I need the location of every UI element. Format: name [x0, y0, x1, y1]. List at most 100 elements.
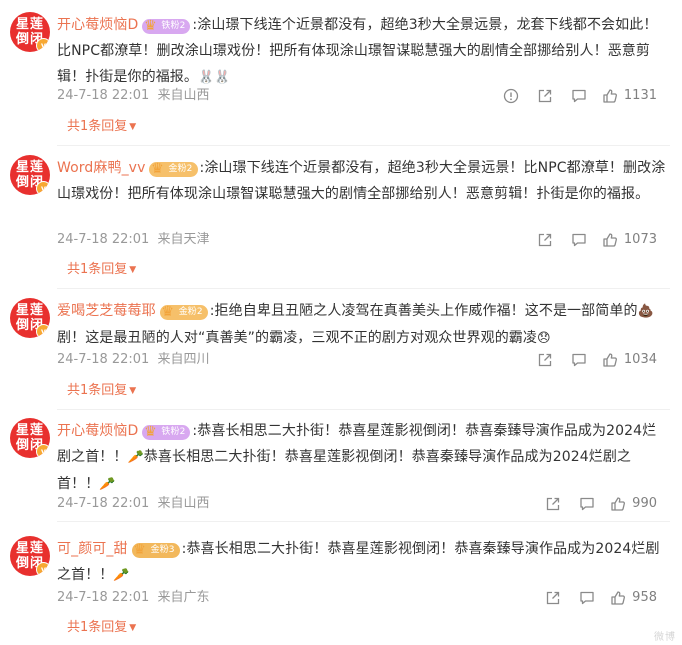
comment-text: 开心莓烦恼D ♛ 铁粉2:涂山璟下线连个近景都没有，超绝3秒大全景远景，龙套下线都不… — [57, 12, 669, 91]
like-count: 1073 — [623, 232, 657, 247]
comment-body-part2: 剧！这是最丑陋的人对“真善美”的霸凌，三观不正的剧方对观众世界观的霸凌 — [57, 330, 538, 346]
chevron-down-icon: ▼ — [129, 623, 137, 633]
comment-icon — [572, 233, 586, 247]
sad-face-emoji-icon: 😞 — [537, 331, 551, 346]
avatar[interactable]: 星莲 倒闭 v — [10, 536, 50, 576]
replies-label: 共1条回复 — [67, 620, 128, 635]
comment-time: 24-7-18 22:01 — [57, 232, 150, 247]
divider — [57, 409, 670, 410]
report-icon — [503, 88, 519, 104]
like-button[interactable]: 990 — [610, 494, 657, 514]
comment-body-part1: :拒绝自卑且丑陋之人凌驾在真善美头上作威作福！这不是一部简单的 — [209, 303, 638, 319]
report-button[interactable] — [500, 86, 522, 106]
username-link[interactable]: Word麻鸭_vv — [57, 160, 145, 176]
comment-text: 开心莓烦恼D ♛ 铁粉2:恭喜长相思二大扑街！恭喜星莲影视倒闭！恭喜秦臻导演作品成为… — [57, 418, 669, 498]
thumbs-up-icon — [603, 233, 617, 247]
share-button[interactable] — [534, 350, 556, 370]
thumbs-up-icon — [611, 497, 626, 511]
comment-meta: 24-7-18 22:01 来自山西 1131 — [57, 86, 669, 106]
comment-icon — [572, 353, 586, 367]
avatar-text-line1: 星莲 — [15, 160, 44, 175]
avatar[interactable]: 星莲 倒闭 v — [10, 418, 50, 458]
divider — [57, 145, 670, 146]
comment-actions: 1034 — [522, 350, 657, 370]
comment-meta: 24-7-18 22:01 来自山西 990 — [57, 494, 669, 514]
username-link[interactable]: 开心莓烦恼D — [57, 17, 138, 33]
like-button[interactable]: 1034 — [602, 350, 657, 370]
comment-icon — [580, 497, 594, 511]
avatar-text-line1: 星莲 — [15, 423, 44, 438]
avatar-text-line1: 星莲 — [15, 17, 44, 32]
comment-button[interactable] — [568, 86, 590, 106]
fan-badge: ♛ 金粉3 — [131, 542, 180, 558]
comment-time: 24-7-18 22:01 — [57, 88, 150, 103]
share-button[interactable] — [542, 588, 564, 608]
replies-label: 共1条回复 — [67, 119, 128, 134]
avatar[interactable]: 星莲 倒闭 v — [10, 12, 50, 52]
username-link[interactable]: 可_颜可_甜 — [57, 541, 128, 557]
comment-button[interactable] — [576, 588, 598, 608]
fan-badge: ♛ 铁粉2 — [142, 424, 191, 440]
comment-text: Word麻鸭_vv ♛ 金粉2:涂山璟下线连个近景都没有，超绝3秒大全景远景！比NP… — [57, 155, 669, 207]
comment-meta: 24-7-18 22:01 来自广东 958 — [57, 588, 669, 608]
comment-icon — [572, 89, 586, 103]
verified-icon: v — [36, 324, 50, 338]
share-icon — [538, 89, 552, 103]
carrot-emoji-icon: 🥕 — [113, 568, 130, 583]
fan-badge-icon: ♛ — [151, 161, 164, 177]
fan-badge-icon: ♛ — [161, 304, 175, 320]
like-count: 958 — [632, 590, 657, 605]
crown-icon: ♛ — [133, 542, 146, 558]
share-button[interactable] — [534, 86, 556, 106]
replies-label: 共1条回复 — [67, 383, 128, 398]
replies-link[interactable]: 共1条回复 ▼ — [67, 118, 136, 136]
carrot-emoji-icon: 🥕 — [99, 477, 116, 492]
comment-button[interactable] — [576, 494, 598, 514]
like-count: 990 — [632, 496, 657, 511]
avatar[interactable]: 星莲 倒闭 v — [10, 155, 50, 195]
share-button[interactable] — [542, 494, 564, 514]
thumbs-up-icon — [603, 353, 617, 367]
like-button[interactable]: 1131 — [602, 86, 657, 106]
replies-link[interactable]: 共1条回复 ▼ — [67, 382, 136, 400]
poop-emoji-icon: 💩 — [637, 304, 654, 319]
username-link[interactable]: 爱喝芝芝莓莓耶 — [57, 303, 156, 319]
comment-location: 来自山西 — [157, 88, 210, 103]
comment-button[interactable] — [568, 230, 590, 250]
comment-actions: 990 — [530, 494, 657, 514]
avatar-text-line1: 星莲 — [15, 541, 44, 556]
fan-badge: ♛ 金粉2 — [149, 161, 198, 177]
verified-icon: v — [36, 181, 50, 195]
comment-location: 来自广东 — [157, 590, 210, 605]
divider — [57, 288, 670, 289]
fan-badge-icon: ♛ — [144, 18, 157, 34]
comment-button[interactable] — [568, 350, 590, 370]
like-button[interactable]: 1073 — [602, 230, 657, 250]
avatar[interactable]: 星莲 倒闭 v — [10, 298, 50, 338]
comment-icon — [580, 591, 594, 605]
share-icon — [547, 591, 560, 605]
comment-actions: 1131 — [488, 86, 657, 106]
replies-link[interactable]: 共1条回复 ▼ — [67, 619, 136, 637]
comment-location: 来自天津 — [157, 232, 210, 247]
comment-actions: 958 — [530, 588, 657, 608]
like-count: 1034 — [623, 352, 657, 367]
chevron-down-icon: ▼ — [129, 265, 137, 275]
fan-badge: ♛ 铁粉2 — [142, 18, 191, 34]
replies-link[interactable]: 共1条回复 ▼ — [67, 261, 136, 279]
comment-location: 来自山西 — [157, 496, 210, 511]
comment-time: 24-7-18 22:01 — [57, 590, 150, 605]
username-link[interactable]: 开心莓烦恼D — [57, 423, 138, 439]
comment-body-part2: 恭喜长相思二大扑街！恭喜星莲影视倒闭！恭喜秦臻导演作品成为2024烂剧之首！！ — [57, 449, 632, 492]
like-button[interactable]: 958 — [610, 588, 657, 608]
divider — [57, 521, 670, 522]
verified-icon: v — [36, 562, 50, 576]
share-button[interactable] — [534, 230, 556, 250]
comment-text: 可_颜可_甜 ♛ 金粉3:恭喜长相思二大扑街！恭喜星莲影视倒闭！恭喜秦臻导演作品成为… — [57, 536, 669, 589]
thumbs-up-icon — [603, 89, 617, 103]
chevron-down-icon: ▼ — [129, 122, 137, 132]
share-icon — [538, 233, 552, 247]
comment-emoji: 🐰🐰 — [198, 70, 231, 85]
avatar-text-line1: 星莲 — [15, 303, 44, 318]
comment-meta: 24-7-18 22:01 来自天津 1073 — [57, 230, 669, 250]
